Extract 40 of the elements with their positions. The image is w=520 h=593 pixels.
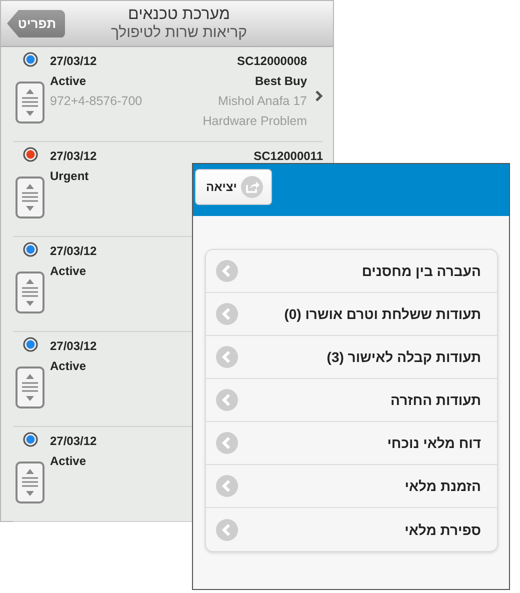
chevron-left-icon (216, 346, 238, 368)
chevron-left-icon (216, 475, 238, 497)
chevron-left-icon (216, 432, 238, 454)
up-down-list-icon[interactable] (15, 461, 45, 504)
menu-item[interactable]: ספירת מלאי (206, 508, 497, 551)
menu-item[interactable]: תעודות ששלחת וטרם אושרו (0) (206, 293, 497, 336)
call-status: Active (50, 73, 88, 90)
call-date: 27/03/12 (50, 433, 97, 450)
call-date: 27/03/12 (50, 148, 97, 165)
problem-description: Hardware Problem (202, 113, 307, 130)
menu-item[interactable]: תעודות קבלה לאישור (3) (206, 336, 497, 379)
menu-item[interactable]: דוח מלאי נוכחי (206, 422, 497, 465)
app-title: מערכת טכנאים (128, 5, 230, 24)
menu-item[interactable]: הזמנת מלאי (206, 465, 497, 508)
call-date: 27/03/12 (50, 53, 98, 70)
customer-name: Best Buy (254, 73, 307, 90)
chevron-left-icon (216, 303, 238, 325)
up-down-list-icon[interactable] (15, 81, 45, 124)
chevron-left-icon (216, 518, 238, 540)
call-id: SC12000011 (254, 148, 323, 165)
address: Mishol Anafa 17 (218, 93, 307, 110)
call-status: Active (50, 358, 88, 375)
up-down-list-icon[interactable] (15, 176, 45, 219)
call-date: 27/03/12 (50, 338, 97, 355)
exit-button[interactable]: יציאה (195, 169, 272, 205)
menu-item[interactable]: העברה בין מחסנים (206, 250, 497, 293)
screen-subtitle: קריאות שרות לטיפולך (110, 24, 248, 42)
up-down-list-icon[interactable] (15, 271, 45, 314)
chevron-left-icon (216, 260, 238, 282)
up-down-list-icon[interactable] (15, 366, 45, 409)
menu-item[interactable]: תעודות החזרה (206, 379, 497, 422)
share-icon (240, 176, 263, 198)
chevron-right-icon[interactable] (315, 90, 323, 102)
call-status: Active (50, 263, 88, 280)
call-status: Urgent (50, 168, 90, 185)
chevron-left-icon (216, 389, 238, 411)
phone-number: 972+4-8576-700 (50, 93, 142, 110)
call-id: SC12000008 (236, 53, 307, 70)
call-date: 27/03/12 (50, 243, 97, 260)
call-status: Active (50, 453, 88, 470)
